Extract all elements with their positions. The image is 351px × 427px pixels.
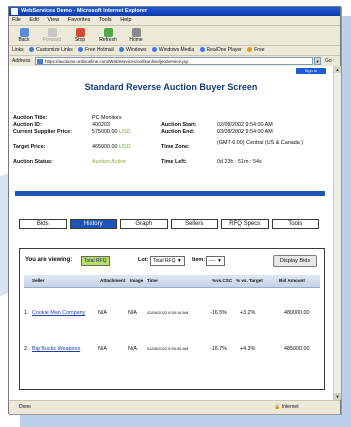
col-seller: Seller xyxy=(32,278,45,283)
col-bid-amount: Bid Amount xyxy=(279,278,305,283)
current-supplier-price-row: Current Supplier Price: xyxy=(13,129,73,135)
ie-logo-icon xyxy=(11,8,18,15)
target-price-row: Target Price: xyxy=(13,144,46,150)
time-left-label: Time Left: xyxy=(161,159,187,165)
menu-view[interactable]: View xyxy=(47,17,59,23)
col-vs-csc: %vs.CSC xyxy=(212,278,233,283)
time-left-value: 0d 23h : 51m : 54s xyxy=(217,159,262,165)
item-label: Item: xyxy=(192,257,206,263)
vertical-scrollbar[interactable]: ▲ ▼ xyxy=(333,66,341,400)
page-title: Standard Reverse Auction Buyer Screen xyxy=(84,82,258,92)
link-hotmail[interactable]: Free Hotmail xyxy=(78,47,114,53)
auction-title-value: PC Monitors xyxy=(92,115,122,121)
refresh-button[interactable]: Refresh xyxy=(95,27,121,43)
viewing-value: Total RFQ xyxy=(81,256,110,266)
stop-button[interactable]: Stop xyxy=(67,27,93,43)
links-bar: Links Customize Links Free Hotmail Windo… xyxy=(9,46,340,56)
page-icon xyxy=(37,59,43,64)
status-text: Done xyxy=(19,404,31,410)
current-supplier-price-value: 575000.00 USD xyxy=(92,129,131,135)
auction-end-value: 03/08/2002 9:54:00 AM xyxy=(217,129,273,135)
link-realone[interactable]: RealOne Player xyxy=(199,47,242,53)
col-attachment: Attachment xyxy=(100,278,126,283)
seller-link[interactable]: Big Bucks Weapons xyxy=(32,343,80,355)
auction-start-value: 02/08/2002 9:54:00 AM xyxy=(217,122,273,128)
menu-tools[interactable]: Tools xyxy=(99,17,112,23)
col-image: Image xyxy=(130,278,144,283)
table-row: 1. Cookie Man Company N/A N/A 02/08/2002… xyxy=(24,307,320,319)
address-input[interactable]: https://auctions.ordisonline.com/WebServ… xyxy=(35,57,313,65)
bids-panel: You are viewing: Total RFQ Lot: Total RF… xyxy=(19,248,325,390)
link-icon xyxy=(247,47,253,52)
address-dropdown[interactable]: ▼ xyxy=(314,57,321,65)
scroll-down-icon[interactable]: ▼ xyxy=(334,393,341,400)
back-button[interactable]: Back xyxy=(11,27,37,43)
link-icon xyxy=(119,47,125,52)
link-icon xyxy=(151,47,157,52)
target-price-value: 465000.00 USD xyxy=(92,144,131,150)
status-bar: Done 🔒 Internet xyxy=(9,400,340,414)
item-select[interactable]: ---- ▼ xyxy=(206,256,226,266)
auction-end-label: Auction End: xyxy=(161,129,195,135)
display-bids-button[interactable]: Display Bids xyxy=(273,255,317,267)
home-icon xyxy=(131,28,141,37)
link-customize[interactable]: Customize Links xyxy=(29,47,73,53)
tab-bids[interactable]: Bids xyxy=(19,219,67,229)
link-icon xyxy=(199,47,205,52)
lot-select[interactable]: Total RFQ ▼ xyxy=(150,256,185,266)
toolbar: Back Forward Stop Refresh Home xyxy=(9,26,340,46)
link-free[interactable]: Free xyxy=(247,47,265,53)
browser-window: WebServices Demo - Microsoft Internet Ex… xyxy=(8,6,341,414)
home-button[interactable]: Home xyxy=(123,27,149,43)
auction-start-label: Auction Start: xyxy=(161,122,197,128)
tab-history[interactable]: History xyxy=(69,219,117,229)
page-content: Sign In Standard Reverse Auction Buyer S… xyxy=(9,66,333,400)
refresh-icon xyxy=(103,28,113,37)
menu-edit[interactable]: Edit xyxy=(29,17,38,23)
auction-status-value: Auction Active xyxy=(92,159,126,165)
go-button[interactable]: Go xyxy=(325,58,332,64)
stop-icon xyxy=(75,28,85,37)
seller-link[interactable]: Cookie Man Company xyxy=(32,307,85,319)
link-icon xyxy=(78,47,84,52)
menu-file[interactable]: File xyxy=(12,17,21,23)
col-vs-target: % vs. Target xyxy=(236,278,263,283)
auction-status-row: Auction Status: xyxy=(13,159,53,165)
back-arrow-icon xyxy=(19,28,29,37)
time-zone-value: (GMT-6:00) Central (US & Canada ) xyxy=(217,140,303,146)
link-windows-media[interactable]: Windows Media xyxy=(151,47,194,53)
table-row: 2. Big Bucks Weapons N/A N/A 02/08/2002 … xyxy=(24,343,320,355)
links-label: Links xyxy=(12,47,24,53)
menu-help[interactable]: Help xyxy=(120,17,131,23)
viewing-label: You are viewing: xyxy=(25,257,73,263)
table-header: Seller Attachment Image Time %vs.CSC % v… xyxy=(24,275,320,288)
tab-graph[interactable]: Graph xyxy=(120,219,168,229)
tab-bar: Bids History Graph Sellers RFQ Specs Too… xyxy=(19,219,319,229)
address-label: Address xyxy=(12,58,31,64)
sign-in-button[interactable]: Sign In xyxy=(296,68,326,74)
window-title: WebServices Demo - Microsoft Internet Ex… xyxy=(21,8,148,14)
title-bar: WebServices Demo - Microsoft Internet Ex… xyxy=(9,7,340,16)
menu-favorites[interactable]: Favorites xyxy=(68,17,91,23)
tab-rfq-specs[interactable]: RFQ Specs xyxy=(221,219,269,229)
link-windows[interactable]: Windows xyxy=(119,47,146,53)
auction-title-row: Auction Title: xyxy=(13,115,48,121)
tab-sellers[interactable]: Sellers xyxy=(170,219,218,229)
forward-button[interactable]: Forward xyxy=(39,27,65,43)
divider-bar xyxy=(15,191,325,196)
lot-label: Lot: xyxy=(138,257,149,263)
forward-arrow-icon xyxy=(47,28,57,37)
auction-id-row: Auction ID: xyxy=(13,122,42,128)
time-zone-label: Time Zone: xyxy=(161,144,190,150)
tab-tools[interactable]: Tools xyxy=(271,219,319,229)
scroll-up-icon[interactable]: ▲ xyxy=(334,66,341,73)
link-icon xyxy=(29,47,35,52)
col-time: Time xyxy=(147,278,158,283)
security-zone: 🔒 Internet xyxy=(274,404,299,410)
auction-id-value: 400203 xyxy=(92,122,110,128)
menu-bar: File Edit View Favorites Tools Help xyxy=(9,16,340,26)
